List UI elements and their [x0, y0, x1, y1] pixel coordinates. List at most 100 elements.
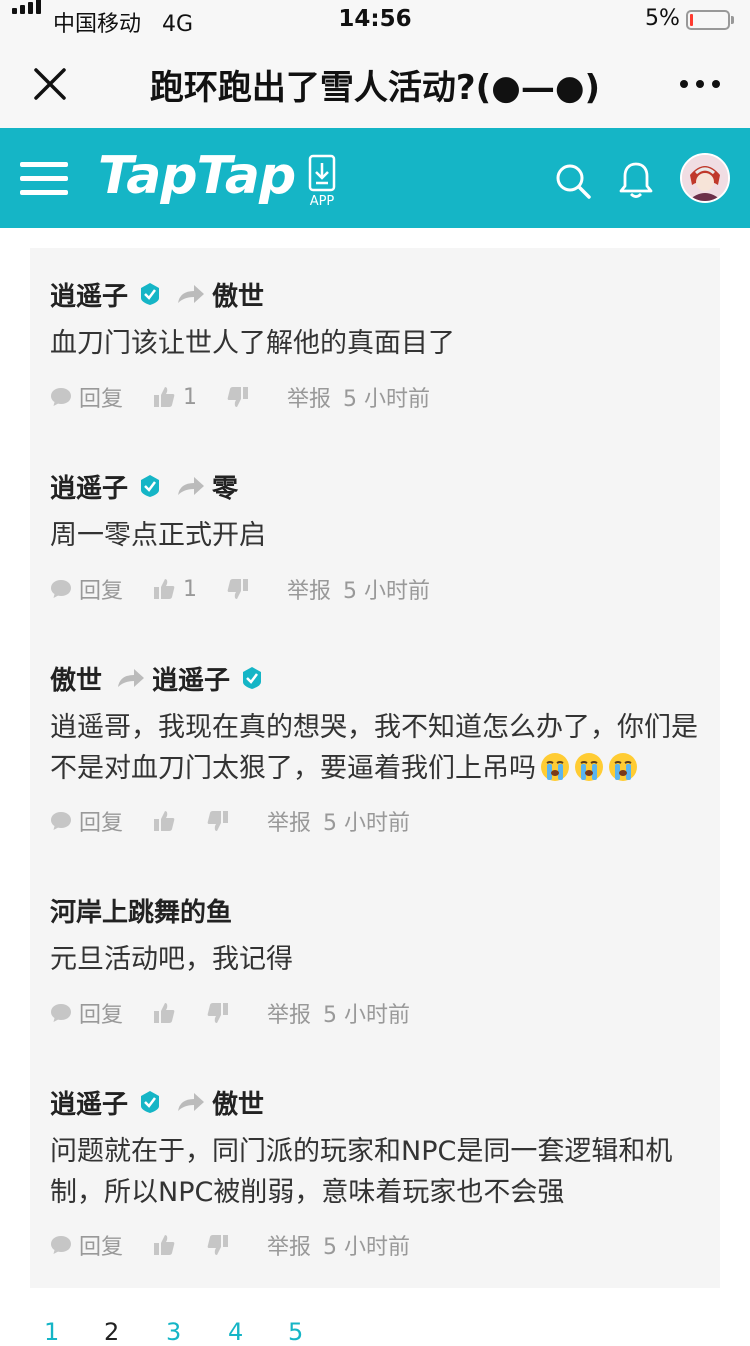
comment-body: 血刀门该让世人了解他的真面目了 [50, 328, 455, 359]
status-bar: 中国移动 4G 14:56 5% [0, 0, 750, 40]
thumbs-up-icon [154, 579, 175, 599]
search-icon[interactable] [554, 162, 592, 200]
like-count: 1 [183, 576, 198, 602]
like-button[interactable]: 1 [153, 577, 197, 602]
battery-percent: 5% [645, 6, 680, 31]
page-link-5[interactable]: 5 [288, 1318, 303, 1346]
thumbs-down-icon [207, 811, 229, 831]
thumbs-up-icon [154, 1003, 175, 1023]
pagination: 1 2 3 4 5 [30, 1318, 430, 1346]
page-link-1[interactable]: 1 [44, 1318, 59, 1346]
reply-target[interactable]: 傲世 [212, 276, 264, 313]
verified-icon [141, 1091, 160, 1113]
comment-item: 逍遥子 傲世 血刀门该让世人了解他的真面目了 回复 1 举报 5 小时前 [30, 248, 720, 438]
comment-body: 元旦活动吧，我记得 [50, 944, 293, 975]
comment-item: 河岸上跳舞的鱼 元旦活动吧，我记得 回复 举报 5 小时前 [30, 864, 720, 1054]
bell-icon[interactable] [618, 160, 654, 200]
page-link-4[interactable]: 4 [228, 1318, 243, 1346]
comment-item: 逍遥子 零 周一零点正式开启 回复 1 举报 5 小时前 [30, 440, 720, 630]
comment-author[interactable]: 逍遥子 [50, 468, 128, 505]
comment-icon [51, 1236, 71, 1254]
reply-arrow-icon [178, 285, 205, 303]
like-button[interactable] [153, 810, 175, 832]
reply-button[interactable]: 回复 [50, 1229, 123, 1261]
dislike-button[interactable] [207, 1234, 229, 1256]
comment-actions: 回复 举报 5 小时前 [50, 998, 410, 1028]
reply-arrow-icon [178, 477, 205, 495]
comment-body: 周一零点正式开启 [50, 520, 266, 551]
report-button[interactable]: 举报 [267, 997, 311, 1029]
status-time: 14:56 [338, 6, 412, 32]
comment-author[interactable]: 逍遥子 [50, 276, 128, 313]
reply-button[interactable]: 回复 [50, 573, 123, 605]
comment-actions: 回复 举报 5 小时前 [50, 1230, 410, 1260]
reply-target[interactable]: 零 [212, 468, 238, 505]
reply-arrow-icon [178, 1093, 205, 1111]
comment-time: 5 小时前 [323, 1235, 411, 1260]
dislike-button[interactable] [227, 578, 249, 600]
comment-actions: 回复 举报 5 小时前 [50, 806, 410, 836]
reply-target[interactable]: 逍遥子 [152, 660, 230, 697]
reply-target[interactable]: 傲世 [212, 1084, 264, 1121]
crying-emoji [575, 753, 603, 781]
like-button[interactable] [153, 1002, 175, 1024]
report-button[interactable]: 举报 [267, 805, 311, 837]
reply-button[interactable]: 回复 [50, 997, 123, 1029]
reply-label: 回复 [79, 1235, 124, 1260]
thumbs-down-icon [227, 387, 249, 407]
dislike-button[interactable] [207, 1002, 229, 1024]
verified-icon [243, 667, 262, 689]
report-button[interactable]: 举报 [287, 573, 331, 605]
comment-author[interactable]: 傲世 [50, 660, 102, 697]
more-icon[interactable] [676, 76, 724, 92]
page-link-3[interactable]: 3 [166, 1318, 181, 1346]
reply-label: 回复 [79, 387, 124, 412]
thumbs-up-icon [154, 811, 175, 831]
thumbs-down-icon [227, 579, 249, 599]
dislike-button[interactable] [227, 386, 249, 408]
comment-author[interactable]: 河岸上跳舞的鱼 [50, 892, 232, 929]
title-bar: 跑环跑出了雪人活动?(●—●) [0, 40, 750, 128]
comments-panel: 逍遥子 傲世 血刀门该让世人了解他的真面目了 回复 1 举报 5 小时前 逍遥子 [30, 248, 720, 1288]
reply-button[interactable]: 回复 [50, 381, 123, 413]
comment-icon [51, 1004, 71, 1022]
like-button[interactable]: 1 [153, 385, 197, 410]
app-download-button[interactable]: APP [304, 154, 340, 210]
reply-label: 回复 [79, 1003, 124, 1028]
comment-header: 河岸上跳舞的鱼 [50, 892, 232, 928]
battery-tip [731, 16, 734, 24]
battery-icon [686, 10, 730, 30]
comment-header: 逍遥子 傲世 [50, 276, 264, 312]
menu-icon[interactable] [20, 162, 68, 196]
close-icon[interactable] [30, 64, 70, 104]
user-avatar[interactable] [680, 153, 730, 203]
comment-author[interactable]: 逍遥子 [50, 1084, 128, 1121]
comment-body: 逍遥哥，我现在真的想哭，我不知道怎么办了，你们是不是对血刀门太狠了，要逼着我们上… [50, 707, 700, 789]
report-button[interactable]: 举报 [287, 381, 331, 413]
comment-actions: 回复 1 举报 5 小时前 [50, 574, 430, 604]
thumbs-down-icon [207, 1235, 229, 1255]
comment-icon [51, 812, 71, 830]
reply-button[interactable]: 回复 [50, 805, 123, 837]
reply-label: 回复 [79, 579, 124, 604]
like-button[interactable] [153, 1234, 175, 1256]
comment-time: 5 小时前 [343, 579, 431, 604]
thumbs-up-icon [154, 1235, 175, 1255]
thumbs-down-icon [207, 1003, 229, 1023]
like-count: 1 [183, 384, 198, 410]
comment-item: 逍遥子 傲世 问题就在于，同门派的玩家和NPC是同一套逻辑和机制，所以NPC被削… [30, 1056, 720, 1286]
app-label: APP [309, 194, 335, 209]
app-header: TapTap APP [0, 128, 750, 228]
comment-time: 5 小时前 [323, 1003, 411, 1028]
report-button[interactable]: 举报 [267, 1229, 311, 1261]
comment-time: 5 小时前 [343, 387, 431, 412]
reply-label: 回复 [79, 811, 124, 836]
reply-arrow-icon [118, 669, 145, 687]
verified-icon [141, 475, 160, 497]
app-download-icon [308, 154, 336, 192]
comment-body: 问题就在于，同门派的玩家和NPC是同一套逻辑和机制，所以NPC被削弱，意味着玩家… [50, 1136, 673, 1208]
thumbs-up-icon [154, 387, 175, 407]
dislike-button[interactable] [207, 810, 229, 832]
taptap-logo[interactable]: TapTap [98, 146, 296, 206]
page-title: 跑环跑出了雪人活动?(●—●) [149, 68, 601, 108]
